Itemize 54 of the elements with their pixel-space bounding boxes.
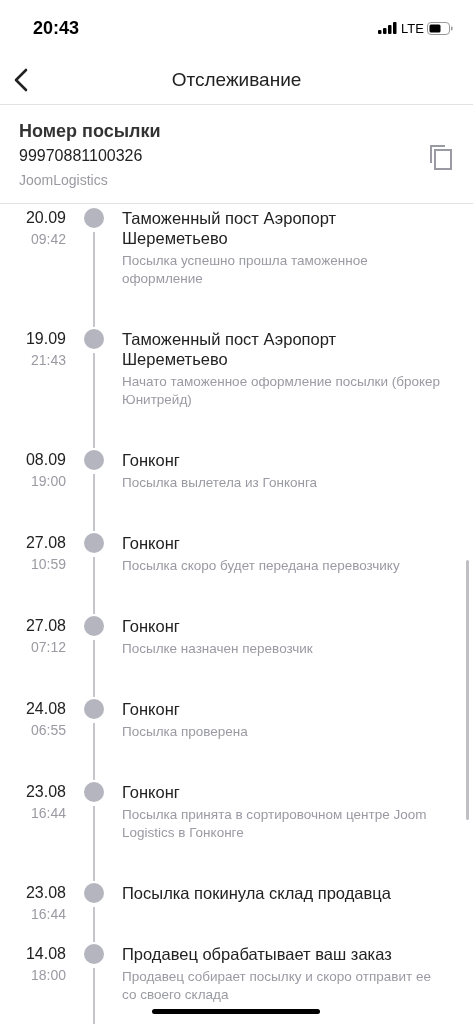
event-time: 19:00 [30, 472, 66, 491]
timeline-dot [84, 699, 104, 719]
event-description: Продавец собирает посылку и скоро отправит ее со своего склада [122, 968, 432, 1004]
event-title: Гонконг [122, 533, 181, 553]
timeline-dot [84, 329, 104, 349]
battery-icon [427, 21, 453, 35]
parcel-label: Номер посылки [19, 120, 161, 143]
event-description: Посылка успешно прошла таможенное оформление [122, 252, 369, 288]
event-time: 21:43 [30, 351, 66, 370]
timeline-dot [84, 533, 104, 553]
event-date: 19.09 [25, 329, 66, 349]
event-description: Посылке назначен перевозчик [122, 640, 314, 658]
event-date: 20.09 [25, 208, 66, 228]
event-date: 27.08 [25, 616, 66, 636]
event-date: 08.09 [25, 450, 66, 470]
carrier-name: JoomLogistics [19, 171, 109, 190]
timeline-dot [84, 782, 104, 802]
event-description: Посылка проверена [122, 723, 249, 741]
event-time: 16:44 [30, 804, 66, 823]
timeline-dot [84, 883, 104, 903]
event-date: 23.08 [25, 883, 66, 903]
timeline-dot [84, 450, 104, 470]
event-date: 27.08 [25, 533, 66, 553]
timeline-dot [84, 208, 104, 228]
network-type: LTE [401, 20, 424, 36]
status-time: 20:43 [33, 17, 80, 39]
event-time: 07:12 [30, 638, 66, 657]
event-time: 10:59 [30, 555, 66, 574]
back-button[interactable] [14, 68, 28, 92]
event-description: Посылка скоро будет передана перевозчику [122, 557, 401, 575]
timeline-dot [84, 944, 104, 964]
event-description: Посылка принята в сортировочном центре Joom Logistics в Гонконге [122, 806, 428, 842]
event-title: Гонконг [122, 450, 181, 470]
timeline-dot [84, 616, 104, 636]
event-title: Гонконг [122, 616, 181, 636]
event-title: Гонконг [122, 782, 181, 802]
event-title: Посылка покинула склад продавца [122, 883, 392, 903]
copy-button[interactable] [429, 144, 453, 170]
event-title: Таможенный пост Аэропорт Шереметьево [122, 329, 338, 369]
event-time: 16:44 [30, 905, 66, 924]
event-time: 06:55 [30, 721, 66, 740]
event-title: Таможенный пост Аэропорт Шереметьево [122, 208, 338, 248]
event-date: 23.08 [25, 782, 66, 802]
event-time: 09:42 [30, 230, 66, 249]
event-title: Продавец обрабатывает ваш заказ [122, 944, 393, 964]
event-date: 14.08 [25, 944, 66, 964]
signal-icon [378, 22, 399, 34]
event-time: 18:00 [30, 966, 66, 985]
tracking-number: 99970881100326 [19, 146, 144, 166]
screen-title: Отслеживание [171, 69, 302, 91]
event-description: Начато таможенное оформление посылки (брокер Юнитрейд) [122, 373, 442, 409]
event-date: 24.08 [25, 699, 66, 719]
event-title: Гонконг [122, 699, 181, 719]
event-description: Посылка вылетела из Гонконга [122, 474, 319, 492]
